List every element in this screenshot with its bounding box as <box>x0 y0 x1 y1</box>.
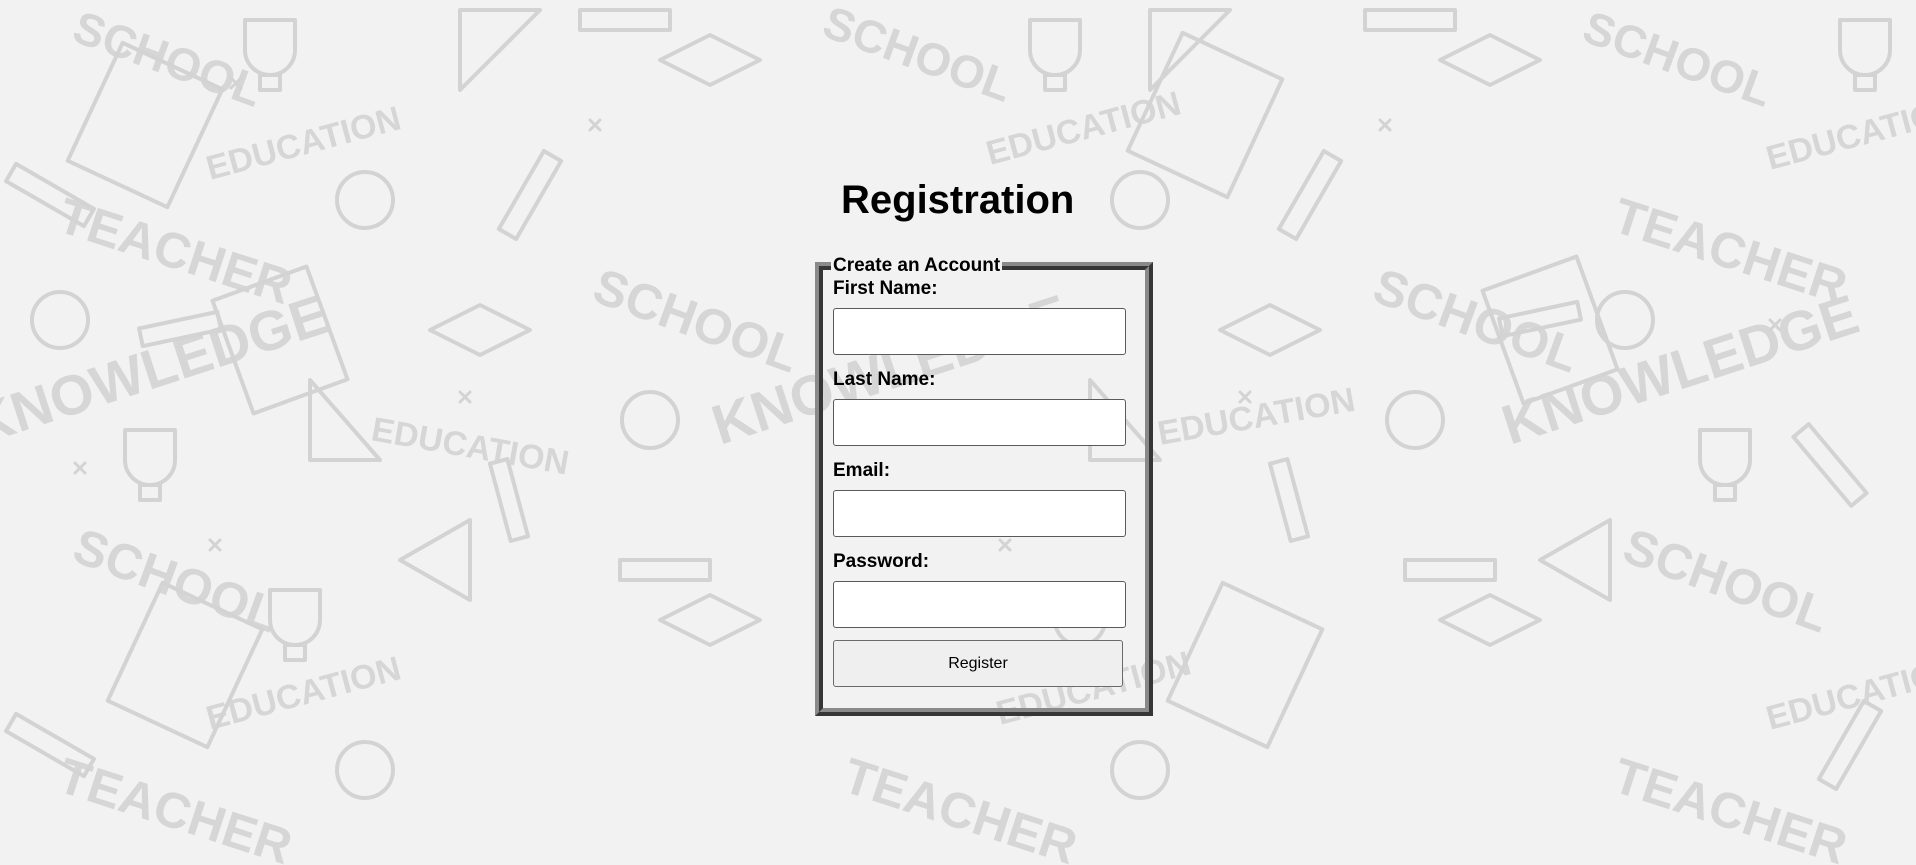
background-word: SCHOOL <box>1366 258 1586 384</box>
background-word: SCHOOL <box>1616 518 1836 644</box>
password-group: Password: <box>833 551 1135 628</box>
form-legend: Create an Account <box>833 255 1001 276</box>
background-word: EDUCATION <box>1762 649 1916 737</box>
background-word: SCHOOL <box>586 258 806 384</box>
page-title: Registration <box>841 178 1075 222</box>
first-name-label: First Name: <box>833 278 938 299</box>
email-input[interactable] <box>833 490 1126 537</box>
background-word: EDUCATION <box>369 410 572 482</box>
register-button[interactable]: Register <box>833 640 1123 687</box>
first-name-input[interactable] <box>833 308 1126 355</box>
background-word: TEACHER <box>1607 747 1854 865</box>
background-word: SCHOOL <box>1577 1 1780 117</box>
registration-form: Create an Account First Name: Last Name:… <box>815 256 1153 716</box>
background-word: SCHOOL <box>817 0 1020 112</box>
first-name-group: First Name: <box>833 278 1135 355</box>
email-label: Email: <box>833 460 891 481</box>
password-input[interactable] <box>833 581 1126 628</box>
last-name-label: Last Name: <box>833 369 936 390</box>
background-word: EDUCATION <box>1762 89 1916 177</box>
background-word: TEACHER <box>837 747 1084 865</box>
last-name-input[interactable] <box>833 399 1126 446</box>
password-label: Password: <box>833 551 930 572</box>
last-name-group: Last Name: <box>833 369 1135 446</box>
email-group: Email: <box>833 460 1135 537</box>
background-word: EDUCATION <box>1155 381 1358 453</box>
